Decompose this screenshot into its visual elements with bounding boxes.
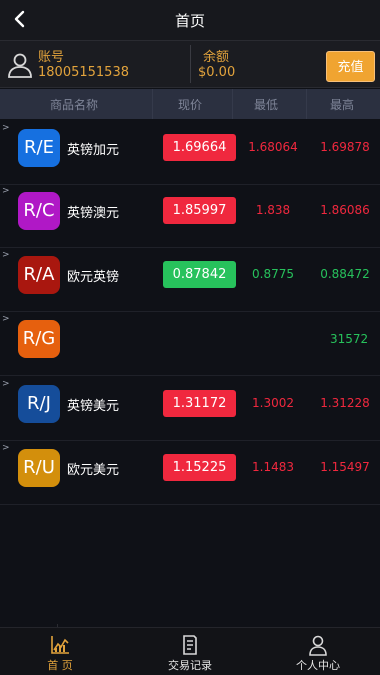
tab-profile[interactable]: 个人中心 xyxy=(258,628,378,675)
low-price: 0.8775 xyxy=(252,267,294,281)
high-price: 1.86086 xyxy=(320,203,370,217)
symbol-badge: R/G xyxy=(18,320,60,358)
quote-row[interactable]: > R/E 英镑加元 1.69664 1.68064 1.69878 xyxy=(0,121,380,185)
symbol-name: 欧元英镑 xyxy=(67,270,120,285)
table-header: 商品名称 现价 最低 最高 xyxy=(0,89,380,119)
high-price: 1.31228 xyxy=(320,396,370,410)
tab-home[interactable]: 首 页 xyxy=(0,628,120,675)
expand-caret-icon: > xyxy=(2,443,10,453)
quote-row[interactable]: > R/A 欧元英镑 0.87842 0.8775 0.88472 xyxy=(0,248,380,312)
current-price: 1.15225 xyxy=(163,454,236,481)
balance-label: 余额 xyxy=(203,50,230,65)
high-price: 1.15497 xyxy=(320,460,370,474)
page-title: 首页 xyxy=(174,12,205,30)
tab-label: 首 页 xyxy=(47,659,73,672)
column-header-low: 最低 xyxy=(254,98,279,112)
account-label: 账号 xyxy=(38,50,65,65)
column-separator xyxy=(306,89,307,119)
bottom-tab-bar: 首 页 交易记录 个人中心 xyxy=(0,627,380,675)
symbol-badge: R/U xyxy=(18,449,60,487)
low-price: 1.838 xyxy=(255,203,291,217)
symbol-name: 英镑美元 xyxy=(67,399,120,414)
column-header-high: 最高 xyxy=(330,98,355,112)
tab-trade-records[interactable]: 交易记录 xyxy=(130,628,250,675)
expand-caret-icon: > xyxy=(2,379,10,389)
current-price: 0.87842 xyxy=(163,261,236,288)
user-icon xyxy=(8,53,32,78)
quote-row[interactable]: > R/C 英镑澳元 1.85997 1.838 1.86086 xyxy=(0,184,380,248)
symbol-badge: R/E xyxy=(18,129,60,167)
symbol-badge: R/C xyxy=(18,192,60,230)
user-icon xyxy=(309,635,327,656)
quote-row[interactable]: > R/U 欧元美元 1.15225 1.1483 1.15497 xyxy=(0,441,380,505)
expand-caret-icon: > xyxy=(2,250,10,260)
expand-caret-icon: > xyxy=(2,314,10,324)
low-price: 1.1483 xyxy=(252,460,294,474)
symbol-badge: R/A xyxy=(18,256,60,294)
current-price: 1.31172 xyxy=(163,390,236,417)
symbol-name: 英镑澳元 xyxy=(67,206,120,221)
account-bar: 账号 18005151538 余额 $0.00 充值 xyxy=(0,41,380,88)
document-icon xyxy=(183,635,197,655)
quote-row[interactable]: > R/J 英镑美元 1.31172 1.3002 1.31228 xyxy=(0,377,380,441)
high-price: 0.88472 xyxy=(320,267,370,281)
recharge-button[interactable]: 充值 xyxy=(326,51,375,82)
divider xyxy=(190,45,191,83)
current-price: 1.85997 xyxy=(163,197,236,224)
quote-row[interactable]: > R/G 31572 xyxy=(0,312,380,675)
top-bar: 首页 xyxy=(0,0,380,41)
low-price: 1.68064 xyxy=(248,140,298,154)
high-price: 31572 xyxy=(330,332,369,346)
expand-caret-icon: > xyxy=(2,123,10,133)
high-price: 1.69878 xyxy=(320,140,370,154)
tab-label: 个人中心 xyxy=(296,659,340,672)
low-price: 1.3002 xyxy=(252,396,294,410)
account-number: 18005151538 xyxy=(38,65,129,80)
symbol-badge: R/J xyxy=(18,385,60,423)
symbol-name: 欧元美元 xyxy=(67,463,120,478)
column-header-name: 商品名称 xyxy=(50,98,99,112)
column-separator xyxy=(152,89,153,119)
column-separator xyxy=(232,89,233,119)
tab-label: 交易记录 xyxy=(168,659,212,672)
column-header-price: 现价 xyxy=(178,98,203,112)
symbol-name: 英镑加元 xyxy=(67,143,120,158)
current-price: 1.69664 xyxy=(163,134,236,161)
expand-caret-icon: > xyxy=(2,186,10,196)
balance-value: $0.00 xyxy=(198,65,236,80)
chart-icon xyxy=(51,636,69,654)
